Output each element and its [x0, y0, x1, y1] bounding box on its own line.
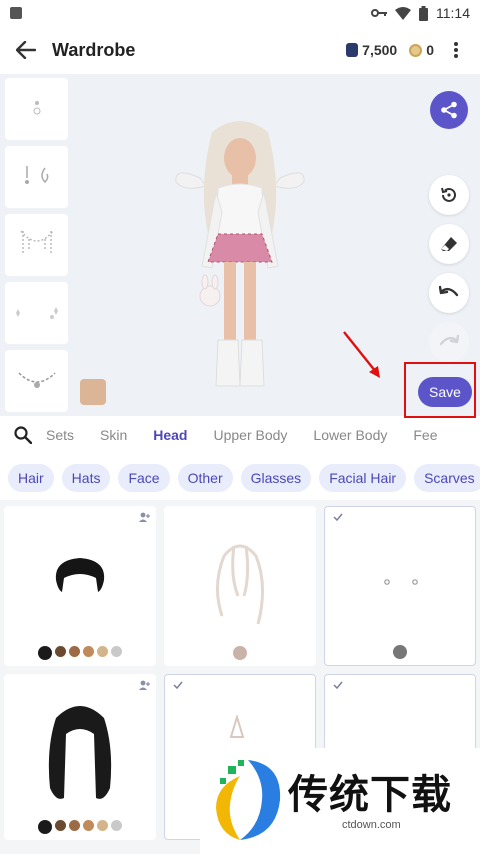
share-button[interactable] [430, 91, 468, 129]
equipped-items-list [5, 78, 69, 412]
search-icon [14, 426, 32, 444]
equipped-item[interactable] [5, 214, 68, 276]
swatch[interactable] [83, 820, 94, 831]
swatch[interactable] [55, 820, 66, 831]
redo-button[interactable] [429, 322, 469, 362]
page-title: Wardrobe [52, 39, 136, 60]
tab-skin[interactable]: Skin [100, 427, 127, 443]
short-black-hair-image [55, 558, 105, 592]
checkmark-icon [333, 681, 343, 689]
swatch[interactable] [97, 646, 108, 657]
status-bar: 11:14 [0, 0, 480, 26]
swatch[interactable] [38, 820, 52, 834]
swatch[interactable] [97, 820, 108, 831]
equipped-item[interactable] [5, 146, 68, 208]
key-icon [371, 9, 387, 17]
long-black-hair-image [48, 706, 112, 799]
swatch[interactable] [69, 646, 80, 657]
save-button[interactable]: Save [418, 377, 472, 407]
color-swatches [325, 645, 475, 659]
search-button[interactable] [0, 416, 46, 454]
chip-hair[interactable]: Hair [8, 464, 54, 492]
gem-balance[interactable]: 7,500 [346, 42, 397, 58]
gem-count: 7,500 [362, 42, 398, 58]
share-icon [441, 101, 457, 119]
subcategory-chips: Hair Hats Face Other Glasses Facial Hair… [0, 462, 480, 494]
swatch[interactable] [393, 645, 407, 659]
chip-other[interactable]: Other [177, 464, 233, 492]
tab-feet[interactable]: Fee [413, 427, 437, 443]
swatch[interactable] [38, 646, 52, 660]
tab-head[interactable]: Head [153, 427, 187, 443]
watermark-text: 传统下载 [288, 773, 452, 817]
necklace-icon [17, 372, 56, 388]
category-tabs: Sets Skin Head Upper Body Lower Body Fee [0, 416, 480, 454]
more-vertical-icon [454, 42, 458, 58]
app-bar: Wardrobe 7,500 0 [0, 26, 480, 74]
chip-facial-hair[interactable]: Facial Hair [319, 464, 407, 492]
color-swatches [4, 646, 156, 660]
chip-glasses[interactable]: Glasses [240, 464, 312, 492]
chip-scarves[interactable]: Scarves [414, 464, 480, 492]
item-card-white-wavy-hair[interactable] [164, 506, 316, 666]
earrings-image [384, 579, 418, 585]
color-swatches [164, 646, 316, 660]
tab-lower-body[interactable]: Lower Body [313, 427, 387, 443]
checkmark-icon [333, 513, 343, 521]
swatch[interactable] [111, 646, 122, 657]
swatch[interactable] [111, 820, 122, 831]
accessory-image [229, 715, 245, 738]
swatch[interactable] [83, 646, 94, 657]
eraser-icon [441, 237, 457, 251]
swatch[interactable] [233, 646, 247, 660]
watermark-logo-icon [216, 760, 281, 840]
clock: 11:14 [436, 5, 470, 21]
piercing-icon [33, 101, 40, 115]
checkmark-icon [173, 681, 183, 689]
tab-upper-body[interactable]: Upper Body [213, 427, 287, 443]
coin-icon [409, 43, 423, 57]
person-badge-icon [139, 512, 150, 522]
color-swatches [4, 820, 156, 834]
tab-sets[interactable]: Sets [46, 427, 74, 443]
undo-button[interactable] [429, 273, 469, 313]
avatar-preview: Save [0, 74, 480, 418]
skin-color-swatch[interactable] [80, 379, 106, 405]
redo-icon [439, 334, 459, 346]
avatar-figure [175, 121, 305, 387]
swatch[interactable] [69, 820, 80, 831]
item-card-earrings[interactable] [324, 506, 476, 666]
equipped-item[interactable] [5, 282, 68, 344]
equipped-item[interactable] [5, 78, 68, 140]
annotation-arrow [343, 331, 380, 378]
item-card-long-black-hair[interactable] [4, 674, 156, 840]
necklace-chains-icon [19, 230, 54, 255]
more-options-button[interactable] [442, 26, 470, 74]
item-card-short-black-hair[interactable] [4, 506, 156, 666]
white-wavy-hair-image [216, 544, 265, 625]
equipped-item[interactable] [5, 350, 68, 412]
back-button[interactable] [0, 26, 52, 74]
gem-icon [346, 43, 359, 57]
person-badge-icon [139, 680, 150, 690]
battery-icon [419, 5, 428, 21]
swatch[interactable] [55, 646, 66, 657]
watermark: 传统下载 ctdown.com [200, 748, 480, 854]
undo-icon [439, 285, 459, 297]
earring-icon [24, 166, 48, 184]
history-icon [441, 187, 456, 202]
coin-balance[interactable]: 0 [409, 42, 434, 58]
sparkle-icon [15, 307, 58, 319]
reset-button[interactable] [429, 175, 469, 215]
chip-face[interactable]: Face [118, 464, 170, 492]
coin-count: 0 [426, 42, 434, 58]
notification-icon [10, 7, 22, 19]
watermark-url: ctdown.com [342, 819, 401, 831]
chip-hats[interactable]: Hats [61, 464, 111, 492]
wifi-icon [395, 6, 411, 20]
currency-bar: 7,500 0 [346, 26, 434, 74]
remove-all-button[interactable] [429, 224, 469, 264]
arrow-left-icon [16, 41, 36, 59]
